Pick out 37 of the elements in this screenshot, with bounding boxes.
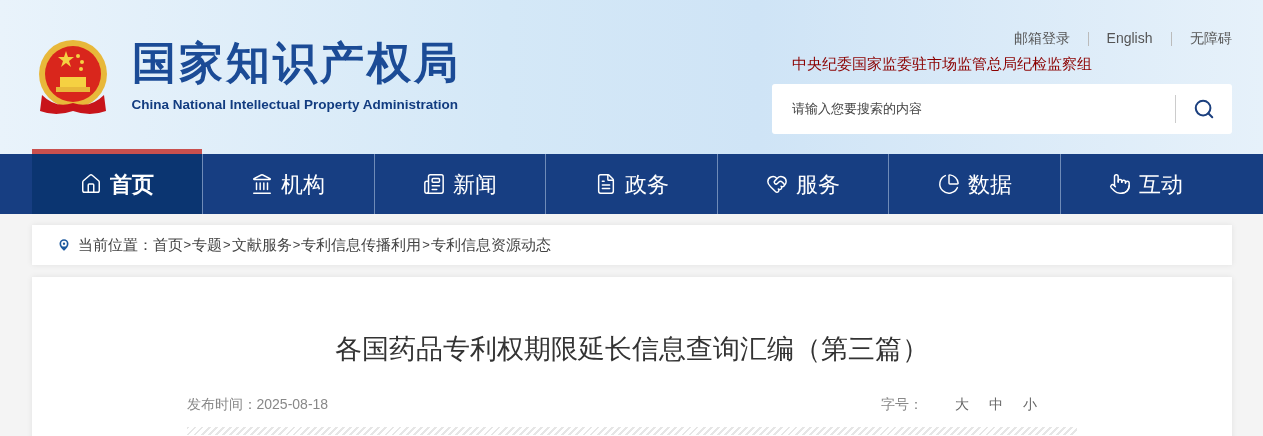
article-title: 各国药品专利权期限延长信息查询汇编（第三篇） [334, 333, 929, 366]
top-link[interactable]: English [1106, 28, 1153, 49]
top-link[interactable]: 邮箱登录 [1013, 28, 1070, 49]
breadcrumb-link[interactable]: 专利信息传播利用 [301, 233, 422, 257]
nav-tab[interactable]: 数据 [888, 154, 1060, 214]
notice-text: 中央纪委国家监委驻市场监管总局纪检监察组 [791, 54, 1092, 74]
breadcrumb-separator: > [292, 236, 301, 255]
nav-tab[interactable]: 互动 [1059, 154, 1232, 214]
site-title: 国家知识产权局 [131, 40, 461, 85]
breadcrumb-link[interactable]: 专利信息资源动态 [430, 233, 551, 257]
breadcrumb-separator: > [223, 236, 231, 255]
publish-date: 发布时间：2025-08-18 [186, 394, 329, 414]
nav-tab[interactable]: 服务 [716, 154, 889, 214]
breadcrumb-separator: > [183, 236, 192, 255]
font-size-option[interactable]: 大 [954, 393, 969, 415]
house-icon [79, 173, 102, 195]
breadcrumb-label: 当前位置： [77, 234, 153, 255]
site-subtitle: China National Intellectual Property Administration [131, 95, 460, 114]
nav-tab[interactable]: 机构 [202, 154, 374, 214]
search-icon [1192, 97, 1215, 120]
nav-tab[interactable]: 政务 [545, 154, 717, 214]
nav-tab[interactable]: 新闻 [373, 154, 546, 214]
columns-building-icon [251, 173, 274, 195]
pie-chart-icon [937, 173, 960, 195]
breadcrumb-link[interactable]: 专题 [192, 233, 223, 257]
newspaper-icon [422, 173, 445, 195]
top-link[interactable]: 无障碍 [1189, 28, 1232, 49]
search-field[interactable]: 请输入您要搜索的内容 [771, 83, 1175, 134]
nav-tab[interactable]: 首页 [31, 149, 203, 214]
search-button[interactable] [1174, 83, 1232, 134]
font-size-option[interactable]: 小 [1022, 393, 1037, 415]
breadcrumb-separator: > [422, 236, 430, 255]
breadcrumb-link[interactable]: 首页 [152, 233, 183, 257]
pointing-hand-icon [1109, 173, 1132, 195]
font-size-label: 字号： [880, 394, 923, 414]
font-size-option[interactable]: 中 [988, 393, 1003, 415]
breadcrumb-link[interactable]: 文献服务 [231, 233, 292, 257]
